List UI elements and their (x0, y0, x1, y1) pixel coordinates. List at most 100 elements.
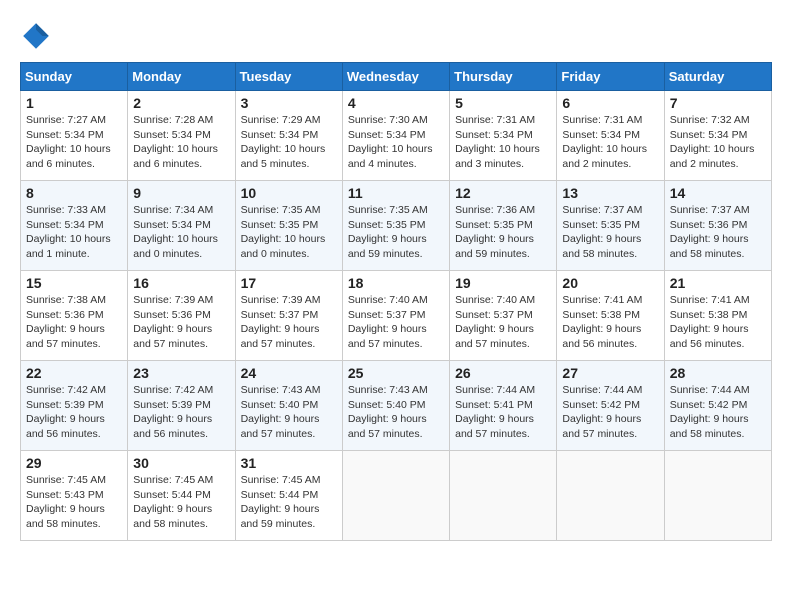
day-number: 16 (133, 275, 229, 291)
day-number: 2 (133, 95, 229, 111)
day-info: Sunrise: 7:45 AM Sunset: 5:44 PM Dayligh… (133, 473, 229, 532)
day-number: 10 (241, 185, 337, 201)
day-number: 18 (348, 275, 444, 291)
calendar-cell: 29 Sunrise: 7:45 AM Sunset: 5:43 PM Dayl… (21, 451, 128, 541)
calendar-cell: 13 Sunrise: 7:37 AM Sunset: 5:35 PM Dayl… (557, 181, 664, 271)
calendar-week-4: 22 Sunrise: 7:42 AM Sunset: 5:39 PM Dayl… (21, 361, 772, 451)
calendar-cell: 12 Sunrise: 7:36 AM Sunset: 5:35 PM Dayl… (450, 181, 557, 271)
calendar-cell: 23 Sunrise: 7:42 AM Sunset: 5:39 PM Dayl… (128, 361, 235, 451)
day-info: Sunrise: 7:41 AM Sunset: 5:38 PM Dayligh… (670, 293, 766, 352)
day-number: 5 (455, 95, 551, 111)
calendar-cell: 27 Sunrise: 7:44 AM Sunset: 5:42 PM Dayl… (557, 361, 664, 451)
day-number: 29 (26, 455, 122, 471)
calendar-cell: 20 Sunrise: 7:41 AM Sunset: 5:38 PM Dayl… (557, 271, 664, 361)
calendar-table: SundayMondayTuesdayWednesdayThursdayFrid… (20, 62, 772, 541)
col-header-friday: Friday (557, 63, 664, 91)
day-number: 8 (26, 185, 122, 201)
day-number: 12 (455, 185, 551, 201)
logo (20, 20, 58, 52)
calendar-cell: 19 Sunrise: 7:40 AM Sunset: 5:37 PM Dayl… (450, 271, 557, 361)
calendar-cell: 2 Sunrise: 7:28 AM Sunset: 5:34 PM Dayli… (128, 91, 235, 181)
day-number: 21 (670, 275, 766, 291)
day-info: Sunrise: 7:39 AM Sunset: 5:37 PM Dayligh… (241, 293, 337, 352)
calendar-cell: 1 Sunrise: 7:27 AM Sunset: 5:34 PM Dayli… (21, 91, 128, 181)
calendar-cell: 14 Sunrise: 7:37 AM Sunset: 5:36 PM Dayl… (664, 181, 771, 271)
day-info: Sunrise: 7:42 AM Sunset: 5:39 PM Dayligh… (133, 383, 229, 442)
calendar-week-5: 29 Sunrise: 7:45 AM Sunset: 5:43 PM Dayl… (21, 451, 772, 541)
calendar-cell: 24 Sunrise: 7:43 AM Sunset: 5:40 PM Dayl… (235, 361, 342, 451)
day-number: 7 (670, 95, 766, 111)
day-number: 28 (670, 365, 766, 381)
day-number: 3 (241, 95, 337, 111)
calendar-cell: 28 Sunrise: 7:44 AM Sunset: 5:42 PM Dayl… (664, 361, 771, 451)
calendar-cell: 9 Sunrise: 7:34 AM Sunset: 5:34 PM Dayli… (128, 181, 235, 271)
calendar-cell: 10 Sunrise: 7:35 AM Sunset: 5:35 PM Dayl… (235, 181, 342, 271)
calendar-cell (342, 451, 449, 541)
day-info: Sunrise: 7:44 AM Sunset: 5:42 PM Dayligh… (562, 383, 658, 442)
day-info: Sunrise: 7:44 AM Sunset: 5:41 PM Dayligh… (455, 383, 551, 442)
calendar-cell: 5 Sunrise: 7:31 AM Sunset: 5:34 PM Dayli… (450, 91, 557, 181)
day-number: 17 (241, 275, 337, 291)
calendar-cell (450, 451, 557, 541)
day-number: 24 (241, 365, 337, 381)
day-number: 27 (562, 365, 658, 381)
day-number: 14 (670, 185, 766, 201)
calendar-cell: 17 Sunrise: 7:39 AM Sunset: 5:37 PM Dayl… (235, 271, 342, 361)
col-header-wednesday: Wednesday (342, 63, 449, 91)
day-info: Sunrise: 7:40 AM Sunset: 5:37 PM Dayligh… (348, 293, 444, 352)
calendar-cell: 25 Sunrise: 7:43 AM Sunset: 5:40 PM Dayl… (342, 361, 449, 451)
calendar-week-2: 8 Sunrise: 7:33 AM Sunset: 5:34 PM Dayli… (21, 181, 772, 271)
day-info: Sunrise: 7:35 AM Sunset: 5:35 PM Dayligh… (241, 203, 337, 262)
calendar-cell (557, 451, 664, 541)
calendar-week-1: 1 Sunrise: 7:27 AM Sunset: 5:34 PM Dayli… (21, 91, 772, 181)
day-info: Sunrise: 7:33 AM Sunset: 5:34 PM Dayligh… (26, 203, 122, 262)
day-info: Sunrise: 7:32 AM Sunset: 5:34 PM Dayligh… (670, 113, 766, 172)
day-info: Sunrise: 7:42 AM Sunset: 5:39 PM Dayligh… (26, 383, 122, 442)
col-header-tuesday: Tuesday (235, 63, 342, 91)
day-number: 9 (133, 185, 229, 201)
page-header (20, 20, 772, 52)
day-info: Sunrise: 7:45 AM Sunset: 5:44 PM Dayligh… (241, 473, 337, 532)
day-number: 11 (348, 185, 444, 201)
day-number: 1 (26, 95, 122, 111)
day-number: 22 (26, 365, 122, 381)
day-number: 25 (348, 365, 444, 381)
day-info: Sunrise: 7:29 AM Sunset: 5:34 PM Dayligh… (241, 113, 337, 172)
day-number: 30 (133, 455, 229, 471)
calendar-cell: 31 Sunrise: 7:45 AM Sunset: 5:44 PM Dayl… (235, 451, 342, 541)
calendar-cell: 18 Sunrise: 7:40 AM Sunset: 5:37 PM Dayl… (342, 271, 449, 361)
col-header-sunday: Sunday (21, 63, 128, 91)
col-header-saturday: Saturday (664, 63, 771, 91)
day-number: 4 (348, 95, 444, 111)
day-info: Sunrise: 7:34 AM Sunset: 5:34 PM Dayligh… (133, 203, 229, 262)
calendar-week-3: 15 Sunrise: 7:38 AM Sunset: 5:36 PM Dayl… (21, 271, 772, 361)
day-info: Sunrise: 7:35 AM Sunset: 5:35 PM Dayligh… (348, 203, 444, 262)
day-info: Sunrise: 7:40 AM Sunset: 5:37 PM Dayligh… (455, 293, 551, 352)
day-info: Sunrise: 7:37 AM Sunset: 5:36 PM Dayligh… (670, 203, 766, 262)
day-info: Sunrise: 7:31 AM Sunset: 5:34 PM Dayligh… (455, 113, 551, 172)
day-number: 23 (133, 365, 229, 381)
day-info: Sunrise: 7:45 AM Sunset: 5:43 PM Dayligh… (26, 473, 122, 532)
day-number: 19 (455, 275, 551, 291)
day-info: Sunrise: 7:44 AM Sunset: 5:42 PM Dayligh… (670, 383, 766, 442)
calendar-cell: 15 Sunrise: 7:38 AM Sunset: 5:36 PM Dayl… (21, 271, 128, 361)
day-number: 20 (562, 275, 658, 291)
calendar-cell: 11 Sunrise: 7:35 AM Sunset: 5:35 PM Dayl… (342, 181, 449, 271)
calendar-cell: 16 Sunrise: 7:39 AM Sunset: 5:36 PM Dayl… (128, 271, 235, 361)
day-info: Sunrise: 7:37 AM Sunset: 5:35 PM Dayligh… (562, 203, 658, 262)
calendar-cell: 7 Sunrise: 7:32 AM Sunset: 5:34 PM Dayli… (664, 91, 771, 181)
day-info: Sunrise: 7:31 AM Sunset: 5:34 PM Dayligh… (562, 113, 658, 172)
day-number: 6 (562, 95, 658, 111)
logo-icon (20, 20, 52, 52)
col-header-thursday: Thursday (450, 63, 557, 91)
calendar-cell: 4 Sunrise: 7:30 AM Sunset: 5:34 PM Dayli… (342, 91, 449, 181)
day-info: Sunrise: 7:27 AM Sunset: 5:34 PM Dayligh… (26, 113, 122, 172)
calendar-cell: 21 Sunrise: 7:41 AM Sunset: 5:38 PM Dayl… (664, 271, 771, 361)
col-header-monday: Monday (128, 63, 235, 91)
day-number: 26 (455, 365, 551, 381)
day-info: Sunrise: 7:41 AM Sunset: 5:38 PM Dayligh… (562, 293, 658, 352)
calendar-cell: 26 Sunrise: 7:44 AM Sunset: 5:41 PM Dayl… (450, 361, 557, 451)
calendar-header-row: SundayMondayTuesdayWednesdayThursdayFrid… (21, 63, 772, 91)
day-info: Sunrise: 7:43 AM Sunset: 5:40 PM Dayligh… (348, 383, 444, 442)
calendar-cell: 8 Sunrise: 7:33 AM Sunset: 5:34 PM Dayli… (21, 181, 128, 271)
